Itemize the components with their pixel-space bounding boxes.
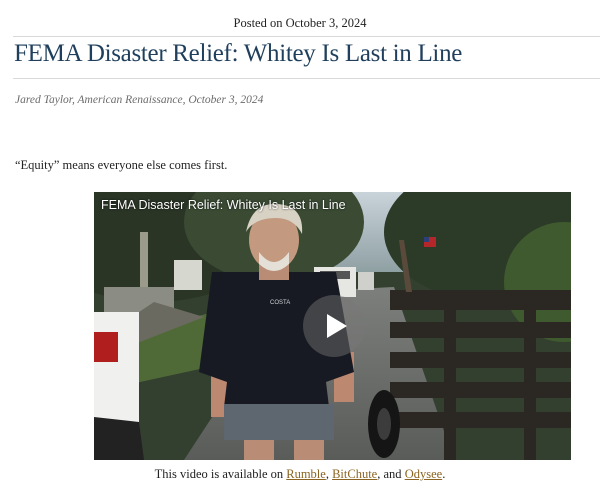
video-player[interactable]: COSTA FEMA Disaster Relief: Whitey Is La… — [94, 192, 571, 460]
availability-prefix: This video is available on — [154, 467, 287, 481]
shirt-logo: COSTA — [270, 300, 290, 306]
availability-sep-2: , and — [377, 467, 405, 481]
bitchute-link[interactable]: BitChute — [332, 467, 377, 481]
byline: Jared Taylor, American Renaissance, Octo… — [15, 94, 264, 106]
lede-text: “Equity” means everyone else comes first… — [15, 158, 228, 172]
availability-suffix: . — [442, 467, 446, 481]
divider-bottom — [13, 78, 600, 79]
odysee-link[interactable]: Odysee — [405, 467, 443, 481]
posted-date: Posted on October 3, 2024 — [233, 16, 367, 30]
rumble-link[interactable]: Rumble — [286, 467, 326, 481]
divider-top — [13, 36, 600, 37]
post-title[interactable]: FEMA Disaster Relief: Whitey Is Last in … — [14, 38, 462, 70]
video-availability: This video is available on Rumble, BitCh… — [0, 467, 600, 482]
play-icon[interactable] — [303, 295, 365, 357]
video-title[interactable]: FEMA Disaster Relief: Whitey Is Last in … — [101, 198, 346, 212]
